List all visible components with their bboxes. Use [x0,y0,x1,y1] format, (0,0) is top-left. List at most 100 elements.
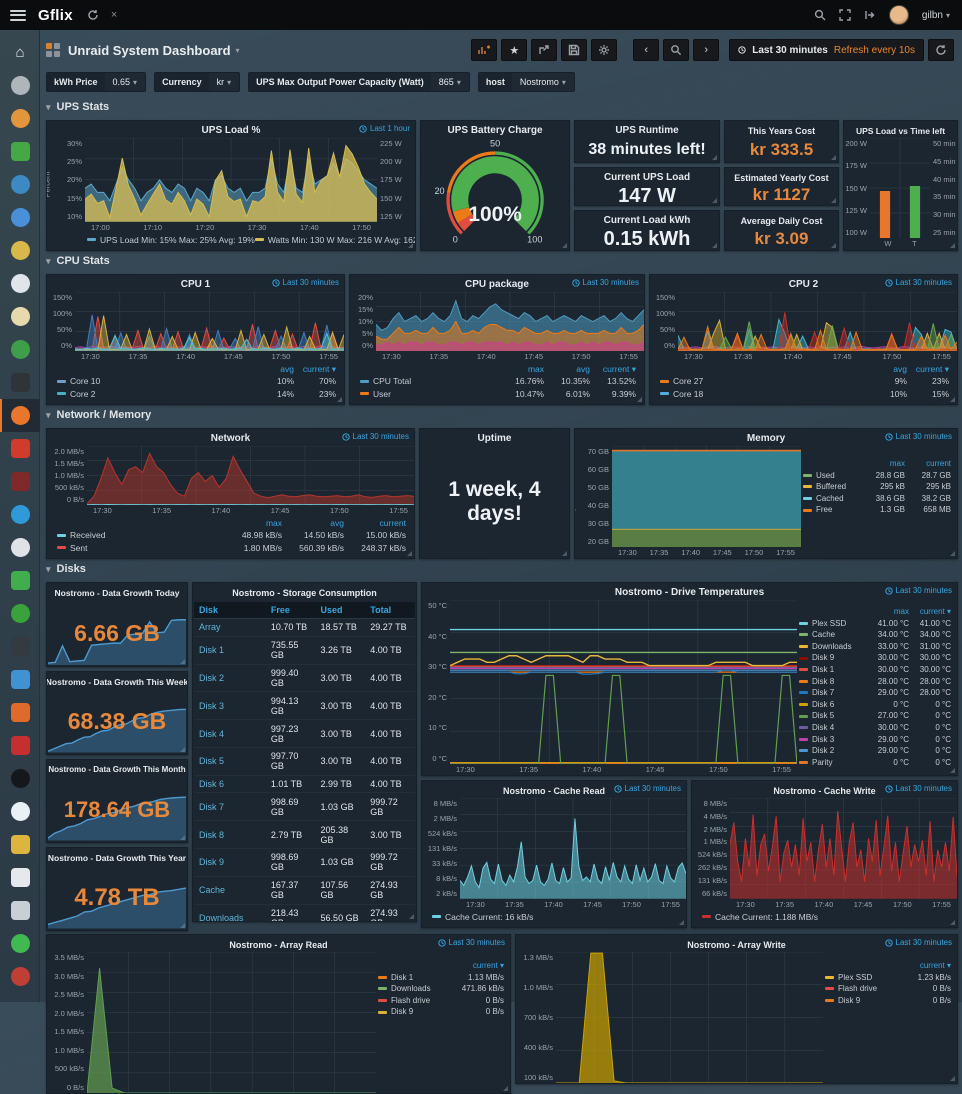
app-toggle-icon[interactable] [0,630,40,663]
table-header[interactable]: Disk [194,602,266,619]
app-plex-icon[interactable] [0,135,40,168]
search-icon[interactable] [814,9,826,21]
time-range-badge[interactable]: Last 30 minutes [342,432,409,441]
app-home-assistant-icon[interactable] [0,663,40,696]
legend-item[interactable]: Disk 527.00 °C0 °C [799,710,951,722]
panel-title[interactable]: UPS Runtime [615,125,678,136]
panel-title[interactable]: Nostromo - Array Write [687,940,786,950]
settings-gear-icon[interactable] [0,69,40,102]
settings-button[interactable] [591,39,617,61]
legend-item[interactable]: Disk 430.00 °C0 °C [799,722,951,734]
panel-title[interactable]: This Years Cost [748,126,815,136]
app-sabnzbd-icon[interactable] [0,828,40,861]
cpu2-chart[interactable] [678,292,957,351]
array-read-chart[interactable] [87,952,376,1093]
time-range-badge[interactable]: Last 30 minutes [885,784,952,793]
panel-title[interactable]: CPU 2 [789,279,818,290]
cpu1-chart[interactable] [75,292,344,351]
panel-title[interactable]: Memory [747,433,785,444]
legend-item[interactable]: Disk 60 °C0 °C [799,699,951,711]
home-icon[interactable]: ⌂ [0,36,40,69]
time-range-picker[interactable]: Last 30 minutes Refresh every 10s [729,39,924,61]
memory-chart[interactable] [612,446,801,547]
time-range-badge[interactable]: Last 30 minutes [438,938,505,947]
legend-item[interactable]: Disk 130.00 °C30.00 °C [799,664,951,676]
panel-title[interactable]: Nostromo - Cache Read [503,786,605,796]
app-ubiquiti-icon[interactable] [0,531,40,564]
ups-load-chart[interactable] [85,138,377,222]
legend-item[interactable]: Free1.3 GB658 MB [803,504,951,516]
time-forward-button[interactable]: › [693,39,719,61]
panel-title[interactable]: Network [211,433,250,444]
table-header[interactable]: Used [316,602,366,619]
legend-item[interactable]: Core 1010%70% [57,375,336,387]
array-write-chart[interactable] [556,952,823,1083]
save-button[interactable] [561,39,587,61]
panel-title[interactable]: Nostromo - Data Growth This Month [48,765,185,774]
legend-item[interactable]: Flash drive0 B/s [378,995,504,1007]
panel-title[interactable]: Nostromo - Cache Write [773,786,875,796]
section-cpu-stats[interactable]: ▾CPU Stats [46,255,110,267]
dashboard-title[interactable]: Unraid System Dashboard [68,43,231,58]
panel-title[interactable]: Nostromo - Data Growth Today [55,588,180,598]
fullscreen-icon[interactable] [839,9,851,21]
network-chart[interactable] [87,446,414,505]
legend-item[interactable]: Used28.8 GB28.7 GB [803,470,951,482]
legend-item[interactable]: Disk 930.00 °C30.00 °C [799,652,951,664]
app-search-yellow-icon[interactable] [0,234,40,267]
legend-item[interactable]: Downloads471.86 kB/s [378,983,504,995]
app-darkred-icon[interactable] [0,465,40,498]
user-menu[interactable]: gilbn▾ [922,10,950,21]
app-bowl-icon[interactable] [0,597,40,630]
app-github-icon[interactable] [0,927,40,960]
legend-item[interactable]: Watts Min: 130 W Max: 216 W Avg: 162 W [255,234,415,246]
panel-title[interactable]: Nostromo - Data Growth This Week [46,677,188,687]
chevron-down-icon[interactable]: ▾ [236,46,240,55]
app-green-u-icon[interactable] [0,564,40,597]
star-button[interactable]: ★ [501,39,527,61]
app-logo[interactable]: Gflix [38,7,73,24]
app-blue-eye-icon[interactable] [0,498,40,531]
zoom-out-button[interactable] [663,39,689,61]
legend-item[interactable]: CPU Total16.76%10.35%13.52% [360,375,636,387]
logout-arrow-icon[interactable] [0,894,40,927]
legend-item[interactable]: Core 1810%15% [660,388,949,400]
time-range-badge[interactable]: Last 30 minutes [614,784,681,793]
app-download-red-icon[interactable] [0,729,40,762]
panel-title[interactable]: CPU package [465,279,529,290]
share-dashboard-button[interactable] [531,39,557,61]
legend-item[interactable]: Disk 90 B/s [825,995,951,1007]
legend-item[interactable]: Plex SSD1.23 kB/s [825,972,951,984]
app-waterdrop-icon[interactable] [0,795,40,828]
panel-title[interactable]: Current UPS Load [604,172,690,183]
cache-read-chart[interactable] [460,798,686,899]
legend-item[interactable]: Core 279%23% [660,375,949,387]
app-gear-orange-icon[interactable] [0,399,40,432]
legend-item[interactable]: Buffered295 kB295 kB [803,481,951,493]
battery-gauge[interactable]: 02050100100% [421,138,569,251]
app-orange-arrow-icon[interactable] [0,102,40,135]
panel-title[interactable]: Uptime [478,433,512,444]
legend-item[interactable]: Received48.98 kB/s14.50 kB/s15.00 kB/s [57,529,406,541]
variable-kwh-price[interactable]: kWh Price0.65 ▾ [46,72,146,92]
panel-title[interactable]: Current Load kWh [604,215,691,226]
panel-title[interactable]: Nostromo - Storage Consumption [232,588,377,598]
app-lazy-icon[interactable] [0,762,40,795]
time-range-badge[interactable]: Last 30 minutes [885,938,952,947]
time-range-badge[interactable]: Last 1 hour [359,124,410,133]
legend-item[interactable]: Disk 11.13 MB/s [378,972,504,984]
legend-item[interactable]: Disk 329.00 °C0 °C [799,734,951,746]
legend-item[interactable]: Sent1.80 MB/s560.39 kB/s248.37 kB/s [57,542,406,554]
tab-close-icon[interactable]: × [111,9,117,21]
share-icon[interactable] [864,9,876,21]
legend-item[interactable]: Flash drive0 B/s [825,983,951,995]
variable-currency[interactable]: Currencykr ▾ [154,72,240,92]
panel-title[interactable]: Average Daily Cost [741,216,823,226]
legend-item[interactable]: Plex SSD41.00 °C41.00 °C [799,618,951,630]
time-back-button[interactable]: ‹ [633,39,659,61]
refresh-button[interactable] [928,39,954,61]
app-cream-fan-icon[interactable] [0,300,40,333]
legend-item[interactable]: Disk 90 B/s [378,1006,504,1018]
panel-title[interactable]: Nostromo - Drive Temperatures [615,587,764,598]
app-gitlab-icon[interactable] [0,696,40,729]
